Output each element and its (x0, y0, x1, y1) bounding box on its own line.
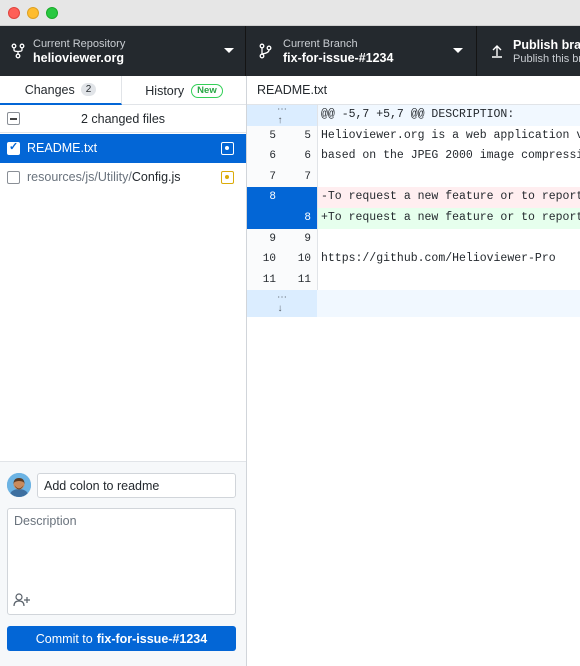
tab-changes-label: Changes (24, 82, 75, 97)
diff-line-deleted[interactable]: 8 -To request a new feature or to report (247, 187, 580, 208)
diff-file-header: README.txt (247, 76, 580, 105)
file-modified-icon (221, 171, 234, 184)
file-include-checkbox[interactable] (7, 140, 20, 155)
commit-message-area: Commit to fix-for-issue-#1234 (0, 461, 246, 666)
commit-description-box (7, 508, 236, 615)
tab-changes[interactable]: Changes 2 (0, 76, 122, 105)
diff-line[interactable]: 5 5 Helioviewer.org is a web application… (247, 125, 580, 147)
chevron-down-icon (224, 48, 234, 53)
diff-panel: README.txt ⋯ ↑ @@ -5,7 +5,7 @@ DESCRIPTIO… (247, 76, 580, 666)
diff-line[interactable]: 9 9 (247, 228, 580, 250)
changed-files-count: 2 changed files (80, 111, 166, 126)
publish-branch-button[interactable]: Publish branch Publish this branch (477, 26, 580, 76)
new-badge: New (191, 83, 223, 98)
zoom-window-button[interactable] (46, 7, 58, 19)
hunk-header-row: ⋯ ↑ @@ -5,7 +5,7 @@ DESCRIPTION: (247, 105, 580, 127)
sidebar-tabs: Changes 2 History New (0, 76, 246, 105)
select-all-checkbox[interactable] (7, 112, 20, 125)
file-include-checkbox[interactable] (7, 171, 20, 184)
file-name: README.txt (27, 141, 98, 155)
commit-button-branch: fix-for-issue-#1234 (96, 631, 208, 646)
commit-button-prefix: Commit to (35, 631, 93, 646)
minimize-window-button[interactable] (27, 7, 39, 19)
avatar (7, 473, 31, 497)
branch-label: Current Branch (283, 38, 358, 50)
commit-description-input[interactable] (8, 509, 235, 589)
diff-line[interactable]: 10 10 https://github.com/Helioviewer-Pro (247, 249, 580, 270)
repo-icon (11, 43, 25, 59)
add-coauthor-icon[interactable] (13, 593, 31, 607)
changes-count-badge: 2 (80, 83, 97, 96)
publish-branch-title: Publish branch (513, 38, 580, 52)
diff-line[interactable]: 7 7 (247, 166, 580, 188)
diff-line-added[interactable]: 8 +To request a new feature or to report (247, 207, 580, 229)
main-toolbar: Current Repository helioviewer.org Curre… (0, 26, 580, 76)
file-name: resources/js/Utility/Config.js (27, 170, 181, 184)
changed-files-header: 2 changed files (0, 105, 246, 133)
file-row-config[interactable]: resources/js/Utility/Config.js (0, 163, 246, 192)
hunk-header-text: @@ -5,7 +5,7 @@ DESCRIPTION: (321, 108, 515, 121)
file-modified-icon (221, 142, 234, 155)
expand-down-icon[interactable]: ⋯ ↓ (247, 290, 317, 318)
diff-line[interactable]: 11 11 (247, 269, 580, 291)
publish-branch-subtitle: Publish this branch (513, 53, 580, 65)
repository-name: helioviewer.org (33, 51, 125, 65)
expand-up-icon[interactable]: ⋯ ↑ (247, 105, 317, 127)
expand-down-row: ⋯ ↓ (247, 290, 580, 318)
chevron-down-icon (453, 48, 463, 53)
diff-file-name: README.txt (257, 83, 328, 97)
current-repository-button[interactable]: Current Repository helioviewer.org (0, 26, 246, 76)
branch-name: fix-for-issue-#1234 (283, 51, 394, 65)
tab-history-label: History (145, 83, 185, 98)
commit-summary-input[interactable] (37, 473, 236, 498)
branch-icon (259, 43, 272, 59)
close-window-button[interactable] (8, 7, 20, 19)
tab-history[interactable]: History New (122, 76, 246, 105)
upload-icon (492, 45, 502, 58)
commit-button[interactable]: Commit to fix-for-issue-#1234 (7, 626, 236, 651)
repository-label: Current Repository (33, 38, 126, 50)
diff-view: ⋯ ↑ @@ -5,7 +5,7 @@ DESCRIPTION: 5 5 Heli… (247, 105, 580, 318)
window-titlebar (0, 0, 580, 26)
diff-line[interactable]: 6 6 based on the JPEG 2000 image compres… (247, 146, 580, 167)
file-row-readme[interactable]: README.txt (0, 134, 246, 163)
changes-sidebar: Changes 2 History New 2 changed files RE… (0, 76, 247, 666)
current-branch-button[interactable]: Current Branch fix-for-issue-#1234 (246, 26, 477, 76)
